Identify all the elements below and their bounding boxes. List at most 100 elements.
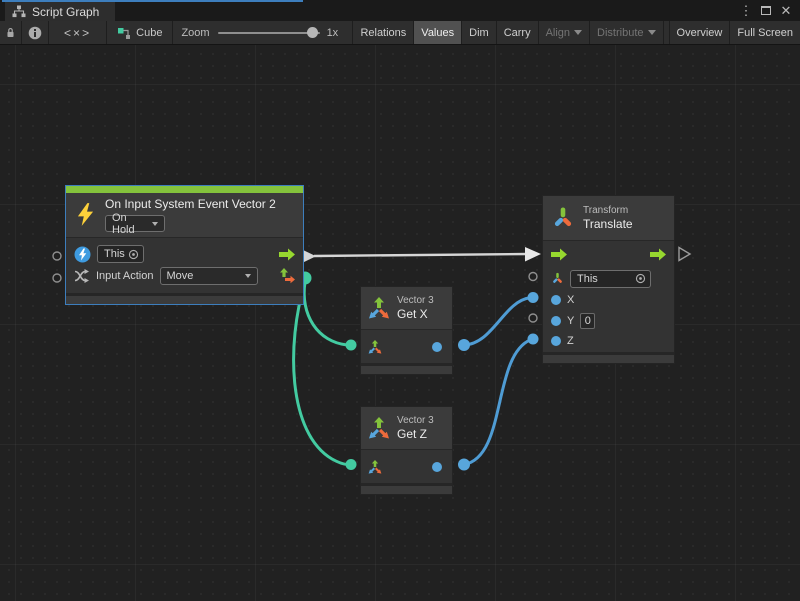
align-button[interactable]: Align <box>539 21 590 44</box>
translate-flow-in-port[interactable] <box>525 247 541 262</box>
getx-output-dot[interactable] <box>432 342 442 352</box>
translate-this-port[interactable] <box>529 273 537 281</box>
getx-title: Get X <box>397 307 434 322</box>
maximize-icon[interactable] <box>758 3 774 19</box>
dim-button[interactable]: Dim <box>462 21 497 44</box>
target-picker-icon[interactable] <box>128 249 139 260</box>
input-action-label: Input Action <box>96 270 154 282</box>
zoom-value: 1x <box>327 27 339 39</box>
target-picker-icon[interactable] <box>635 273 646 284</box>
transform-icon <box>551 206 575 230</box>
translate-y-port[interactable] <box>529 314 537 322</box>
info-icon <box>28 26 42 40</box>
zoom-slider[interactable] <box>218 32 320 34</box>
graph-target-button[interactable]: Cube <box>107 21 173 44</box>
vector3-type-icon <box>368 460 382 474</box>
getx-wire-to-translate-x <box>464 298 530 345</box>
lightning-bolt-icon <box>76 202 95 227</box>
align-label: Align <box>546 27 570 39</box>
window-menu-icon[interactable]: ⋮ <box>738 3 754 19</box>
translate-flow-out-port[interactable] <box>679 248 690 261</box>
event-target-value: This <box>104 248 125 260</box>
vector3-icon <box>368 417 390 439</box>
zoom-label: Zoom <box>181 27 209 39</box>
x-port-dot[interactable] <box>551 295 561 305</box>
event-accent-bar <box>66 186 303 193</box>
getz-output-dot[interactable] <box>432 462 442 472</box>
tab-title: Script Graph <box>32 5 99 19</box>
node-get-x[interactable]: Vector 3 Get X <box>360 286 453 375</box>
dim-label: Dim <box>469 27 489 39</box>
carry-label: Carry <box>504 27 531 39</box>
node-footer <box>543 352 674 363</box>
getz-input-port[interactable] <box>346 459 357 470</box>
vector2-wire-to-getz <box>294 282 348 465</box>
transform-icon <box>551 272 564 285</box>
vector3-icon <box>368 297 390 319</box>
info-button[interactable] <box>22 21 49 44</box>
vector2-type-icon <box>279 268 295 284</box>
lock-icon <box>6 26 15 39</box>
translate-x-port[interactable] <box>528 292 539 303</box>
getx-input-port[interactable] <box>346 340 357 351</box>
input-action-value: Move <box>167 270 194 282</box>
x-port-label: X <box>567 294 574 306</box>
vector3-type-icon <box>368 340 382 354</box>
caret-down-icon <box>648 30 656 35</box>
getx-output-knob[interactable] <box>458 339 470 351</box>
translate-category: Transform <box>583 204 633 217</box>
input-action-dropdown[interactable]: Move <box>160 267 258 285</box>
event-mode-value: On Hold <box>112 212 152 236</box>
y-value-input[interactable]: 0 <box>580 313 595 329</box>
distribute-label: Distribute <box>597 27 643 39</box>
node-footer <box>66 293 303 304</box>
event-node-title: On Input System Event Vector 2 <box>105 197 276 212</box>
fullscreen-button[interactable]: Full Screen <box>730 21 800 44</box>
vector2-wire-to-getx <box>304 282 347 345</box>
getz-category: Vector 3 <box>397 414 434 427</box>
graph-pointer-icon <box>117 26 131 40</box>
tab-script-graph[interactable]: Script Graph <box>5 2 115 21</box>
input-system-icon <box>74 246 91 263</box>
graph-toolbar: <×> Cube Zoom 1x Relations Values Dim Ca… <box>0 21 800 45</box>
focused-window-indicator <box>2 0 303 2</box>
translate-z-port[interactable] <box>528 334 539 345</box>
node-translate[interactable]: Transform Translate <box>542 195 675 364</box>
event-mode-dropdown[interactable]: On Hold <box>105 215 165 232</box>
node-footer <box>361 483 452 494</box>
getz-output-knob[interactable] <box>458 459 470 471</box>
zoom-control: Zoom 1x <box>173 21 353 44</box>
z-port-label: Z <box>567 335 574 347</box>
event-target-field[interactable]: This <box>97 245 144 263</box>
code-view-button[interactable]: <×> <box>49 21 107 44</box>
caret-down-icon <box>574 30 582 35</box>
lock-button[interactable] <box>0 21 22 44</box>
overview-label: Overview <box>677 27 723 39</box>
relations-label: Relations <box>360 27 406 39</box>
graph-canvas[interactable]: On Input System Event Vector 2 On Hold T… <box>0 45 800 601</box>
translate-title: Translate <box>583 217 633 232</box>
event-hidden-port[interactable] <box>53 274 61 282</box>
event-hidden-port[interactable] <box>53 252 61 260</box>
translate-target-field[interactable]: This <box>570 270 651 288</box>
maximize-glyph <box>761 6 771 15</box>
close-icon[interactable]: ✕ <box>778 3 794 19</box>
y-port-dot[interactable] <box>551 316 561 326</box>
node-footer <box>361 363 452 374</box>
values-button[interactable]: Values <box>414 21 462 44</box>
overview-button[interactable]: Overview <box>669 21 731 44</box>
node-get-z[interactable]: Vector 3 Get Z <box>360 406 453 495</box>
graph-target-label: Cube <box>136 27 162 39</box>
relations-button[interactable]: Relations <box>353 21 414 44</box>
carry-button[interactable]: Carry <box>497 21 539 44</box>
zoom-slider-handle[interactable] <box>307 27 318 38</box>
getz-wire-to-translate-z <box>464 340 530 465</box>
node-on-input-system-event[interactable]: On Input System Event Vector 2 On Hold T… <box>65 185 304 305</box>
distribute-button[interactable]: Distribute <box>590 21 663 44</box>
z-port-dot[interactable] <box>551 336 561 346</box>
graph-hierarchy-icon <box>12 5 26 18</box>
y-port-label: Y <box>567 315 574 327</box>
caret-down-icon <box>152 222 158 226</box>
input-action-icon <box>74 268 90 284</box>
caret-down-icon <box>245 274 251 278</box>
